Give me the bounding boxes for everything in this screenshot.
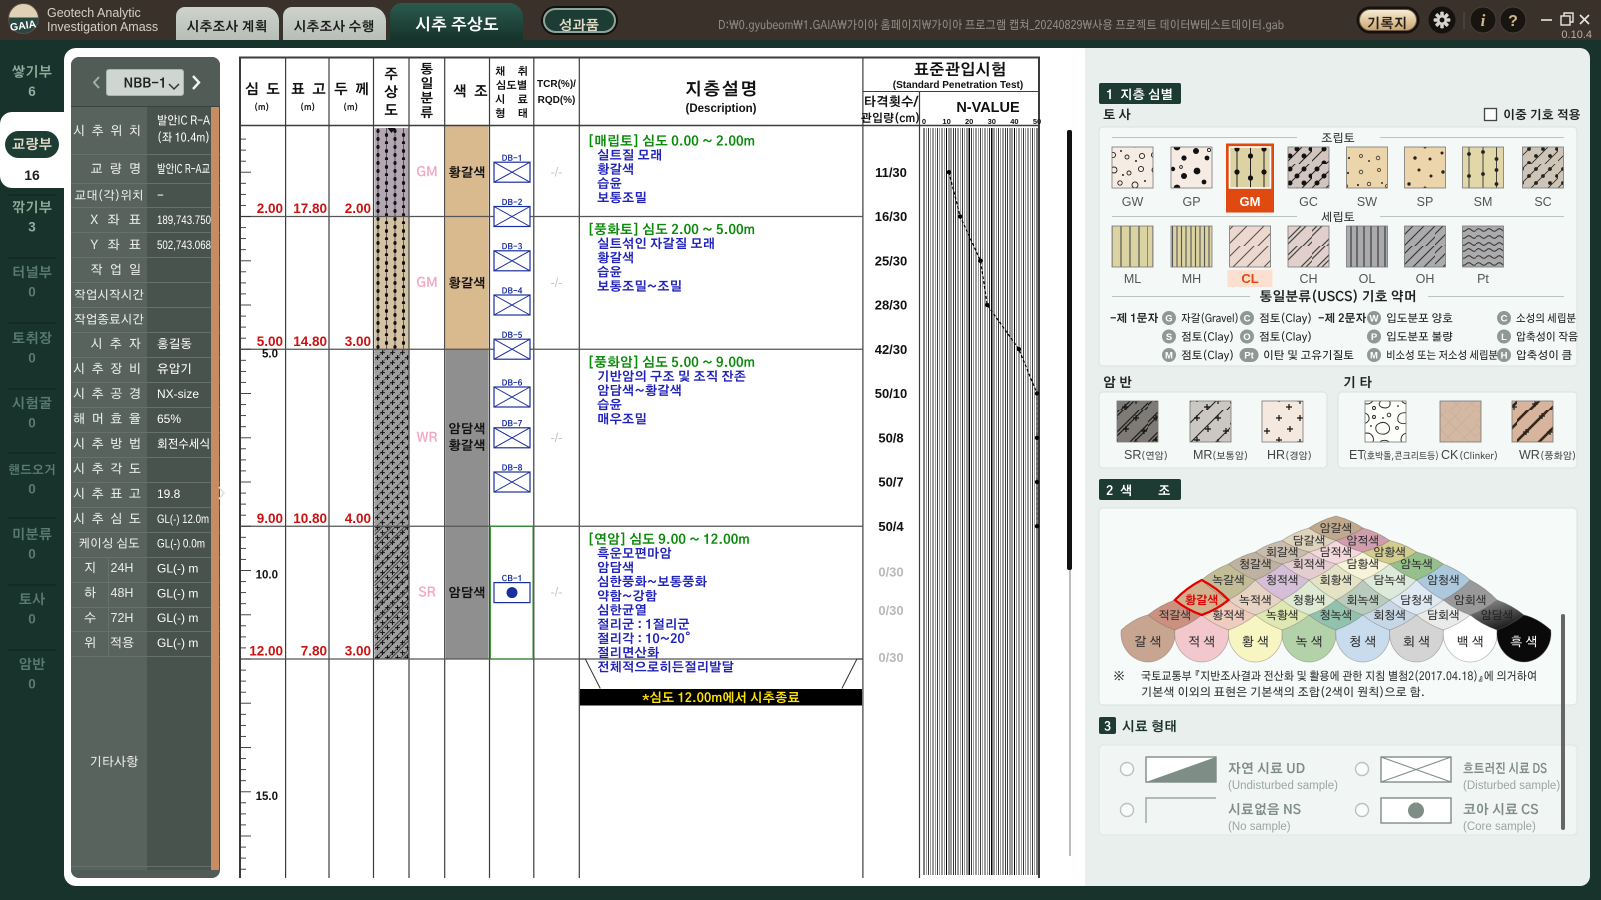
svg-text:4.00: 4.00 [345,511,371,526]
svg-text:ML: ML [1124,272,1141,286]
svg-text:50/8: 50/8 [878,430,903,445]
svg-text:M: M [1370,351,1378,362]
svg-text:GP: GP [1182,195,1200,209]
svg-text:0/30: 0/30 [878,603,903,618]
svg-text:L: L [1501,332,1507,343]
svg-text:SP: SP [1417,195,1434,209]
svg-text:0: 0 [28,482,36,497]
svg-text:-/-: -/- [551,431,563,445]
svg-text:10: 10 [942,117,950,126]
svg-text:SW: SW [1357,195,1377,209]
svg-text:RQD(%): RQD(%) [538,95,576,106]
svg-text:ET: ET [1349,448,1365,462]
svg-text:-/-: -/- [551,165,563,179]
svg-text:50/7: 50/7 [878,475,903,490]
svg-text:TCR(%)/: TCR(%)/ [537,79,576,90]
svg-text:10.0: 10.0 [256,570,278,582]
svg-text:42/30: 42/30 [875,342,908,357]
svg-text:50/4: 50/4 [878,519,904,534]
svg-text:(Core sample): (Core sample) [1463,821,1536,833]
svg-text:0: 0 [28,416,36,431]
svg-text:20: 20 [965,117,973,126]
svg-text:28/30: 28/30 [875,298,908,313]
svg-text:O: O [1243,332,1250,343]
svg-text:0: 0 [28,677,36,692]
svg-text:P: P [1371,332,1378,343]
svg-text:14.80: 14.80 [293,334,327,349]
svg-text:6: 6 [28,84,36,99]
svg-text:5.0: 5.0 [262,348,278,360]
svg-text:C: C [1501,314,1508,325]
svg-text:CK: CK [1441,448,1459,462]
svg-text:OH: OH [1416,272,1435,286]
svg-text:(No sample): (No sample) [1228,821,1291,833]
svg-text:7.80: 7.80 [301,644,327,659]
svg-text:0: 0 [28,285,36,300]
svg-text:OL: OL [1359,272,1376,286]
svg-text:0: 0 [28,547,36,562]
svg-text:SC: SC [1534,195,1551,209]
svg-text:16/30: 16/30 [875,209,908,224]
svg-text:50/10: 50/10 [875,386,908,401]
svg-text:M: M [1165,351,1173,362]
svg-text:5.00: 5.00 [257,334,283,349]
svg-text:CL: CL [1241,271,1258,286]
svg-text:C: C [1244,314,1251,325]
svg-text:11/30: 11/30 [875,165,907,180]
svg-text:MH: MH [1182,272,1201,286]
svg-text:3: 3 [28,220,36,235]
svg-text:W: W [1370,314,1379,325]
svg-text:10.80: 10.80 [293,511,327,526]
svg-text:CH: CH [1299,272,1317,286]
svg-text:40: 40 [1010,117,1018,126]
svg-text:15.0: 15.0 [256,791,278,803]
svg-text:(Disturbed sample): (Disturbed sample) [1463,780,1560,792]
svg-text:2.00: 2.00 [257,201,283,216]
svg-text:H: H [1501,351,1508,362]
svg-text:Pt: Pt [1244,351,1254,362]
svg-text:0: 0 [28,351,36,366]
svg-text:25/30: 25/30 [875,253,908,268]
svg-text:0/30: 0/30 [878,564,903,579]
svg-text:3.00: 3.00 [345,334,371,349]
svg-text:GM: GM [1240,194,1261,209]
svg-text:(Standard Penetration Test): (Standard Penetration Test) [893,80,1023,91]
svg-text:0: 0 [922,117,926,126]
svg-text:HR: HR [1267,448,1285,462]
svg-text:SM: SM [1474,195,1493,209]
svg-text:12.00: 12.00 [249,644,283,659]
svg-text:-/-: -/- [551,586,563,600]
svg-text:MR: MR [1193,448,1212,462]
svg-text:GC: GC [1299,195,1318,209]
svg-text:GW: GW [1122,195,1144,209]
svg-text:30: 30 [988,117,996,126]
svg-text:Pt: Pt [1477,272,1489,286]
svg-text:WR: WR [1519,448,1540,462]
svg-text:G: G [1165,314,1172,325]
svg-text:50: 50 [1033,117,1041,126]
svg-text:(Description): (Description) [686,103,757,115]
svg-text:0: 0 [28,612,36,627]
svg-text:S: S [1166,332,1172,343]
svg-text:0/30: 0/30 [878,650,903,665]
svg-text:9.00: 9.00 [257,511,283,526]
svg-text:(Undisturbed sample): (Undisturbed sample) [1228,780,1338,792]
svg-text:17.80: 17.80 [293,201,327,216]
svg-text:-/-: -/- [551,276,563,290]
svg-text:SR: SR [1124,448,1141,462]
svg-text:2.00: 2.00 [345,201,371,216]
svg-text:N-VALUE: N-VALUE [956,100,1020,116]
svg-text:3.00: 3.00 [345,644,371,659]
